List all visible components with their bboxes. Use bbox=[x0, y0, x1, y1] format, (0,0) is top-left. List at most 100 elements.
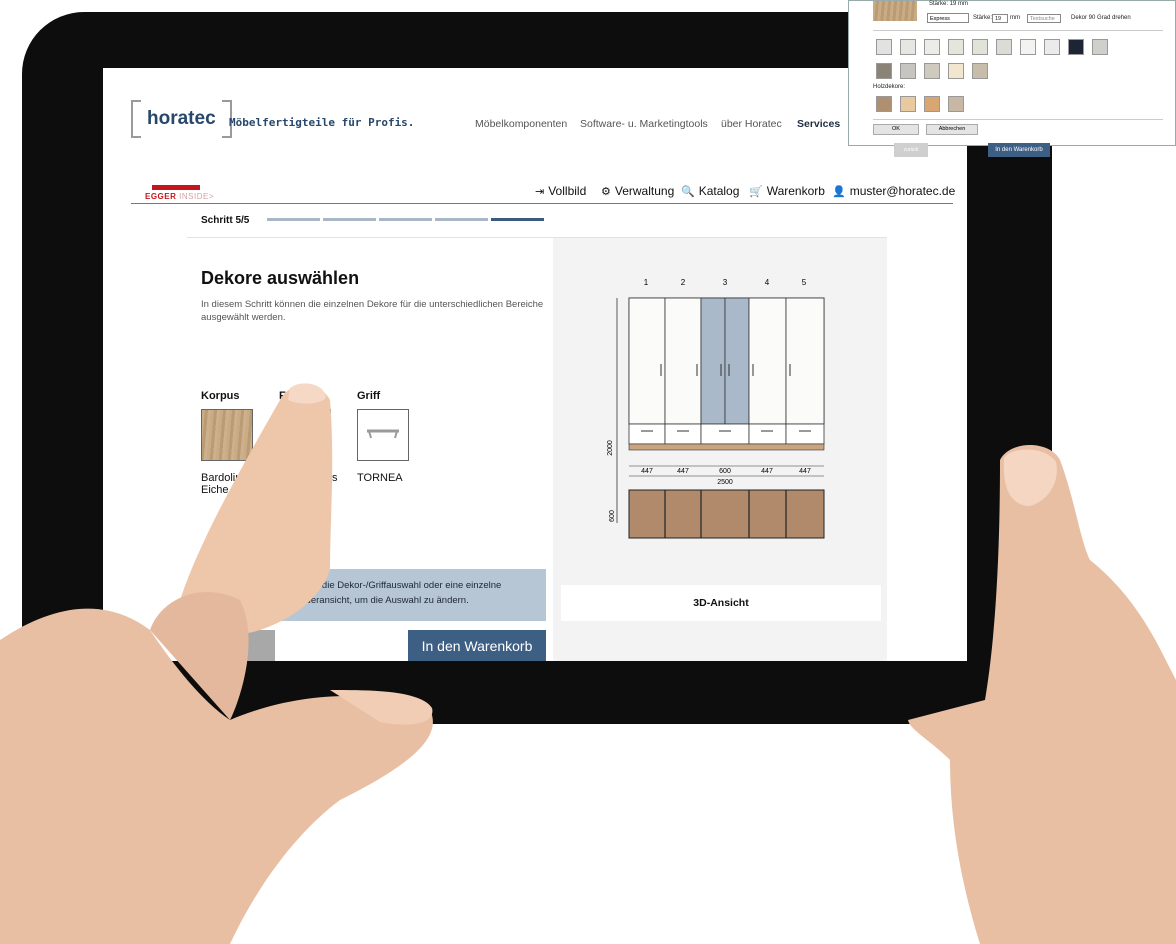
door-2[interactable] bbox=[664, 297, 702, 425]
popup-staerke-label: Stärke: bbox=[973, 15, 993, 21]
popup-uni-swatch-10[interactable] bbox=[1092, 39, 1108, 55]
3d-view-button[interactable]: 3D-Ansicht bbox=[561, 585, 881, 621]
cabinet-drawing[interactable]: 1 2 3 4 5 2000 447 447 600 447 447 2500 … bbox=[597, 268, 837, 543]
popup-uni-swatch-6[interactable] bbox=[996, 39, 1012, 55]
popup-cart-button[interactable]: In den Warenkorb bbox=[988, 143, 1050, 157]
drawer-3[interactable] bbox=[700, 423, 750, 445]
popup-uni-swatch-7[interactable] bbox=[1020, 39, 1036, 55]
door-number-4: 4 bbox=[765, 278, 770, 287]
drawer-2[interactable] bbox=[664, 423, 702, 445]
drawer-5[interactable] bbox=[785, 423, 825, 445]
cart-icon: 🛒 bbox=[749, 185, 763, 198]
toolbar-cart[interactable]: 🛒 Warenkorb bbox=[749, 184, 825, 198]
toolbar-admin[interactable]: ⚙ Verwaltung bbox=[601, 184, 674, 198]
popup-staerke-top-label: Stärke: bbox=[929, 1, 949, 7]
tagline: Möbelfertigteile für Profis. bbox=[229, 116, 415, 129]
progress-segment-2 bbox=[323, 218, 376, 221]
top-view[interactable] bbox=[628, 489, 825, 539]
nav-moebelkomponenten[interactable]: Möbelkomponenten bbox=[475, 118, 567, 130]
popup-holz-swatch-3[interactable] bbox=[924, 96, 940, 112]
korpus-decor-swatch[interactable] bbox=[201, 409, 253, 461]
toolbar-user-label: muster@horatec.de bbox=[849, 184, 956, 198]
width-label-1: 447 bbox=[641, 468, 653, 475]
door-number-2: 2 bbox=[681, 278, 686, 287]
popup-separator-2 bbox=[873, 119, 1163, 120]
plinth bbox=[628, 443, 825, 451]
popup-holz-label: Holzdekore: bbox=[873, 84, 906, 90]
progress-segment-1 bbox=[267, 218, 320, 221]
door-1[interactable] bbox=[628, 297, 666, 425]
width-label-5: 447 bbox=[799, 468, 811, 475]
popup-holz-swatch-4[interactable] bbox=[948, 96, 964, 112]
popup-select-express[interactable]: Express bbox=[927, 13, 969, 23]
popup-ok-button[interactable]: OK bbox=[873, 124, 919, 135]
popup-uni-swatch-1[interactable] bbox=[876, 39, 892, 55]
korpus-label: Korpus bbox=[201, 390, 240, 402]
popup-uni-swatch-4[interactable] bbox=[948, 39, 964, 55]
door-5[interactable] bbox=[785, 297, 825, 425]
popup-uni-swatch-2[interactable] bbox=[900, 39, 916, 55]
page-title: Dekore auswählen bbox=[201, 268, 360, 288]
griff-swatch[interactable] bbox=[357, 409, 409, 461]
popup-uni2-swatch-2[interactable] bbox=[900, 63, 916, 79]
toolbar-fullscreen-label: Vollbild bbox=[548, 184, 587, 198]
width-label-4: 447 bbox=[761, 468, 773, 475]
popup-search-input[interactable]: Textsuche bbox=[1027, 14, 1061, 23]
popup-uni-swatch-5[interactable] bbox=[972, 39, 988, 55]
popup-staerke-input[interactable]: 19 bbox=[992, 14, 1008, 23]
add-to-cart-button[interactable]: In den Warenkorb bbox=[408, 630, 546, 661]
popup-holz-swatch-1[interactable] bbox=[876, 96, 892, 112]
popup-holz-swatch-2[interactable] bbox=[900, 96, 916, 112]
drawer-1[interactable] bbox=[628, 423, 666, 445]
nav-software-marketingtools[interactable]: Software- u. Marketingtools bbox=[580, 118, 708, 130]
popup-uni2-swatch-5[interactable] bbox=[972, 63, 988, 79]
toolbar-cart-label: Warenkorb bbox=[766, 184, 825, 198]
popup-rotate-option[interactable]: Dekor 90 Grad drehen bbox=[1071, 15, 1131, 21]
catalog-search-icon: 🔍 bbox=[681, 185, 695, 198]
hint-text: cken Sie auf die Dekor-/Griffauswahl ode… bbox=[267, 578, 547, 608]
egger-inside: INSIDE> bbox=[179, 192, 214, 201]
popup-uni-swatch-8[interactable] bbox=[1044, 39, 1060, 55]
door-number-5: 5 bbox=[802, 278, 807, 287]
nav-ueber-horatec[interactable]: über Horatec bbox=[721, 118, 782, 130]
door-3b[interactable] bbox=[724, 297, 750, 425]
hint-line-1: cken Sie auf die Dekor-/Griffauswahl ode… bbox=[267, 580, 502, 591]
progress-segment-4 bbox=[435, 218, 488, 221]
width-label-2: 447 bbox=[677, 468, 689, 475]
popup-staerke-top-value: 19 mm bbox=[949, 1, 969, 7]
popup-uni-swatch-3[interactable] bbox=[924, 39, 940, 55]
door-4[interactable] bbox=[748, 297, 787, 425]
back-button[interactable] bbox=[201, 630, 275, 661]
nav-services[interactable]: Services bbox=[797, 118, 840, 130]
tablet-screen: horatec Möbelfertigteile für Profis. Möb… bbox=[103, 68, 967, 661]
logo-bracket-left bbox=[131, 100, 141, 138]
toolbar-fullscreen[interactable]: ⇥ Vollbild bbox=[535, 184, 586, 198]
popup-uni2-swatch-4[interactable] bbox=[948, 63, 964, 79]
progress-segment-5 bbox=[491, 218, 544, 221]
progress-segment-3 bbox=[379, 218, 432, 221]
toolbar-admin-label: Verwaltung bbox=[614, 184, 675, 198]
width-label-3: 600 bbox=[719, 468, 731, 475]
front-label: F bbox=[279, 390, 286, 402]
gear-icon: ⚙ bbox=[601, 185, 611, 198]
door-number-1: 1 bbox=[644, 278, 649, 287]
popup-uni2-swatch-3[interactable] bbox=[924, 63, 940, 79]
drawer-4[interactable] bbox=[748, 423, 787, 445]
horatec-logo[interactable]: horatec bbox=[131, 100, 232, 138]
popup-uni-swatch-9[interactable] bbox=[1068, 39, 1084, 55]
popup-back-button[interactable]: zurück bbox=[894, 143, 928, 157]
toolbar-catalog[interactable]: 🔍 Katalog bbox=[681, 184, 739, 198]
toolbar-user[interactable]: 👤 muster@horatec.de bbox=[832, 184, 955, 198]
handle-icon bbox=[367, 429, 399, 439]
egger-inside-logo: EGGER INSIDE> bbox=[145, 192, 214, 201]
header-divider bbox=[131, 203, 953, 204]
door-3a[interactable] bbox=[700, 297, 726, 425]
popup-uni2-swatch-1[interactable] bbox=[876, 63, 892, 79]
popup-mm-label: mm bbox=[1010, 15, 1020, 21]
griff-name: TORNEA bbox=[357, 472, 403, 484]
popup-separator-1 bbox=[873, 30, 1163, 31]
popup-cancel-button[interactable]: Abbrechen bbox=[926, 124, 978, 135]
front-decor-swatch[interactable] bbox=[279, 409, 331, 461]
korpus-decor-name: Bardolino Eiche bbox=[201, 472, 248, 496]
total-width-label: 2500 bbox=[717, 479, 733, 486]
